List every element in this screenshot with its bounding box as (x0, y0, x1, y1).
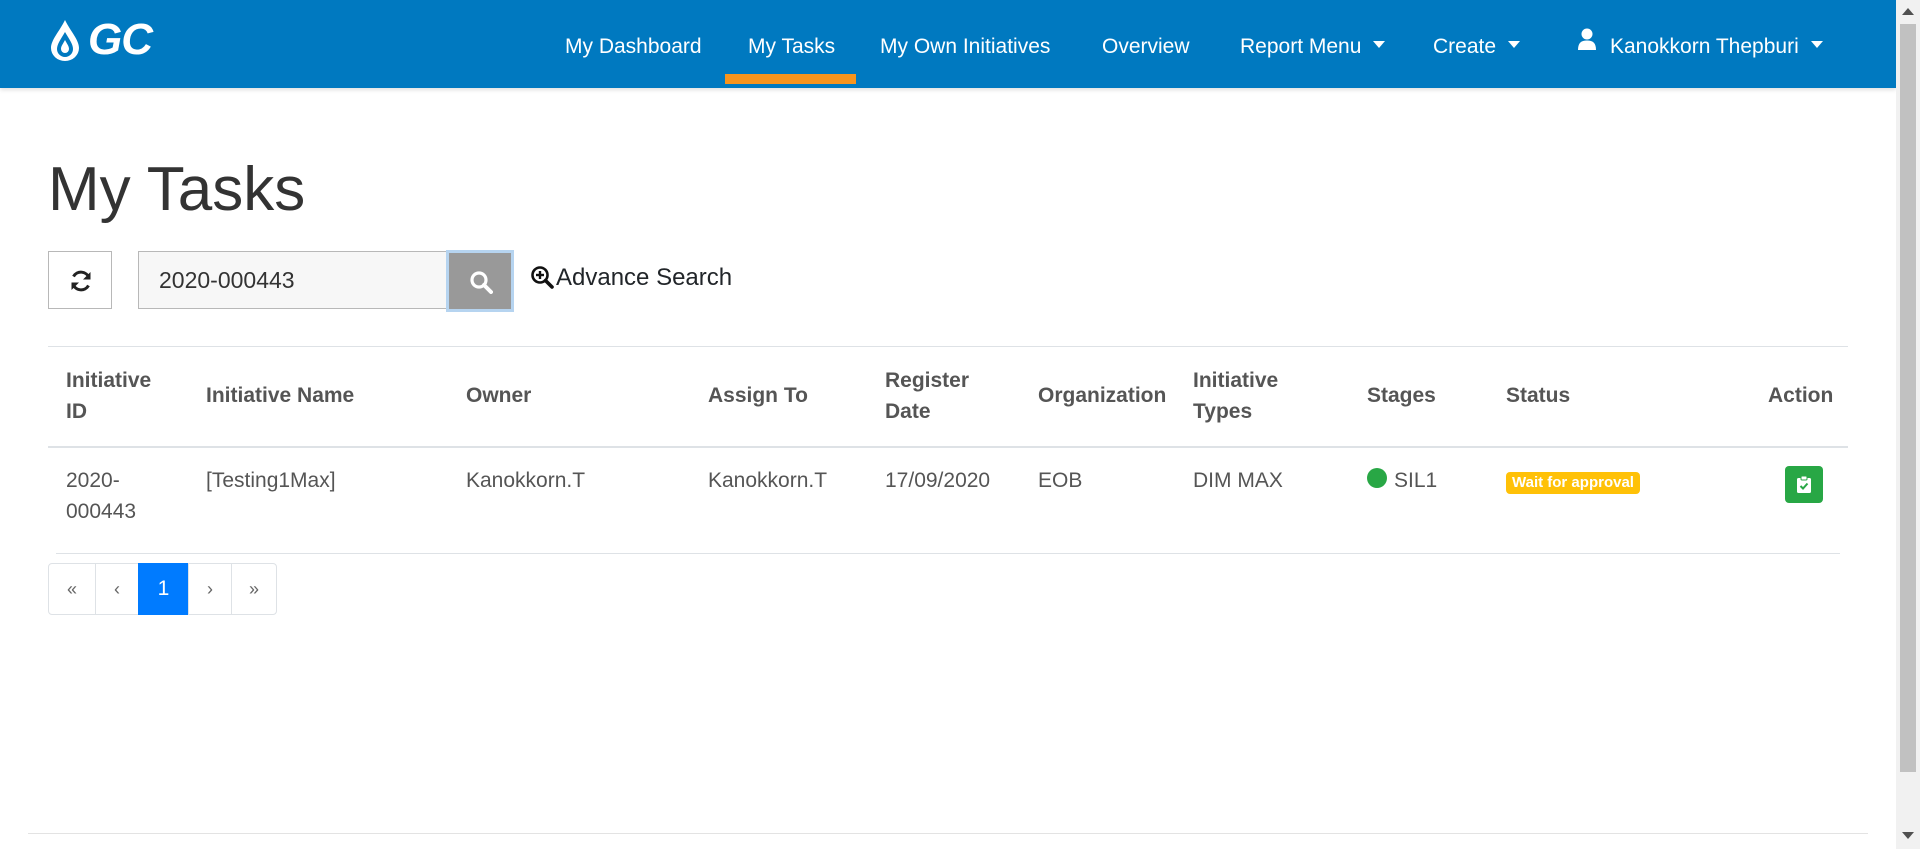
header-initiative-id-line2: ID (66, 400, 87, 423)
gc-logo[interactable]: GC (48, 18, 180, 62)
nav-report-menu-label: Report Menu (1240, 35, 1362, 58)
drop-logo-icon (51, 20, 79, 61)
nav-overview[interactable]: Overview (1102, 0, 1190, 88)
nav-my-own-initiatives[interactable]: My Own Initiatives (880, 0, 1050, 88)
header-organization[interactable]: Organization (1038, 380, 1166, 411)
user-icon (1578, 0, 1596, 91)
cell-initiative-id: 2020- 000443 (66, 465, 136, 527)
cell-stage: SIL1 (1367, 465, 1437, 496)
header-action: Action (1768, 384, 1834, 407)
search-button[interactable] (446, 250, 514, 312)
table-header-border (48, 446, 1848, 448)
header-assign-to[interactable]: Assign To (708, 380, 808, 411)
pagination-next[interactable]: › (188, 563, 232, 615)
search-input[interactable] (138, 251, 448, 309)
user-name: Kanokkorn Thepburi (1610, 35, 1799, 58)
advance-search-link[interactable]: Advance Search (530, 264, 732, 292)
pagination-prev[interactable]: ‹ (95, 563, 139, 615)
nav-active-indicator (725, 74, 856, 84)
header-stages[interactable]: Stages (1367, 380, 1436, 411)
caret-down-icon (1508, 40, 1521, 48)
nav-create[interactable]: Create (1433, 0, 1521, 88)
header-initiative-id-line1: Initiative (66, 369, 152, 392)
clipboard-check-icon (1797, 476, 1811, 493)
cell-owner: Kanokkorn.T (466, 469, 586, 492)
scrollbar-thumb[interactable] (1900, 24, 1916, 772)
header-register-date-line1: Register (885, 369, 970, 392)
table-top-border (48, 346, 1848, 347)
pagination: « ‹ 1 › » (48, 563, 277, 615)
page-title: My Tasks (48, 155, 306, 224)
top-navbar: GC My Dashboard My Tasks My Own Initiati… (0, 0, 1896, 88)
header-initiative-types-line1: Initiative (1193, 369, 1279, 392)
caret-down-icon (1810, 40, 1823, 48)
caret-down-icon (1373, 40, 1386, 48)
header-initiative-types-line2: Types (1193, 400, 1253, 423)
header-initiative-id[interactable]: Initiative ID (66, 365, 151, 427)
status-badge: Wait for approval (1506, 472, 1640, 494)
footer-divider (28, 833, 1868, 834)
search-icon (470, 271, 493, 294)
header-register-date-line2: Date (885, 400, 931, 423)
nav-user-menu[interactable]: Kanokkorn Thepburi (1578, 0, 1823, 88)
cell-initiative-id-line1: 2020- (66, 469, 120, 492)
cell-register-date: 17/09/2020 (885, 469, 991, 492)
header-register-date[interactable]: Register Date (885, 365, 969, 427)
cell-initiative-id-line2: 000443 (66, 500, 137, 523)
pagination-first[interactable]: « (48, 563, 96, 615)
cell-assign-to: Kanokkorn.T (708, 469, 828, 492)
header-owner[interactable]: Owner (466, 380, 531, 411)
nav-my-dashboard[interactable]: My Dashboard (565, 0, 702, 88)
nav-report-menu[interactable]: Report Menu (1240, 0, 1386, 88)
logo-text: GC (88, 15, 153, 64)
scroll-up-arrow-icon[interactable] (1902, 8, 1914, 15)
refresh-icon (71, 270, 91, 292)
cell-initiative-types: DIM MAX (1193, 469, 1283, 492)
nav-create-label: Create (1433, 35, 1497, 58)
scroll-down-arrow-icon[interactable] (1902, 832, 1914, 839)
table-row-border (56, 553, 1840, 554)
zoom-in-icon (531, 265, 554, 289)
advance-search-label: Advance Search (556, 264, 733, 291)
header-initiative-types[interactable]: Initiative Types (1193, 365, 1278, 427)
header-initiative-name[interactable]: Initiative Name (206, 380, 354, 411)
stage-label: SIL1 (1394, 469, 1438, 492)
vertical-scrollbar[interactable] (1896, 0, 1920, 849)
pagination-page-1[interactable]: 1 (138, 563, 189, 615)
action-button[interactable] (1785, 466, 1823, 503)
cell-organization: EOB (1038, 469, 1083, 492)
pagination-last[interactable]: » (231, 563, 277, 615)
cell-initiative-name[interactable]: [Testing1Max] (206, 465, 336, 496)
stage-status-dot-icon (1367, 468, 1387, 489)
refresh-button[interactable] (48, 251, 112, 309)
header-status[interactable]: Status (1506, 380, 1570, 411)
